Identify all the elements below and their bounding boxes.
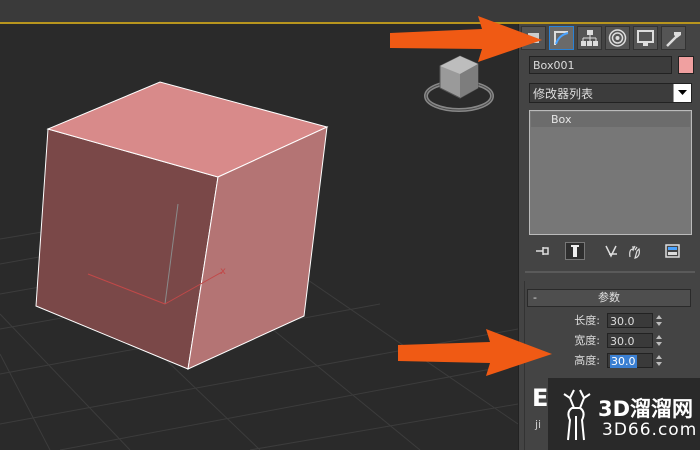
- viewport-scene: x: [0, 55, 518, 450]
- rollout-collapse-toggle[interactable]: -: [533, 290, 537, 306]
- show-end-result-icon[interactable]: [565, 242, 585, 260]
- perspective-viewport[interactable]: x: [0, 24, 518, 450]
- object-name-field[interactable]: Box001: [529, 56, 672, 74]
- hierarchy-icon: [581, 30, 598, 46]
- modifier-stack-list[interactable]: Box: [529, 110, 692, 235]
- dropdown-arrow-button[interactable]: [673, 84, 691, 102]
- height-field[interactable]: 30.0: [607, 353, 653, 368]
- hierarchy-tab[interactable]: [577, 26, 602, 50]
- length-field[interactable]: 30.0: [607, 313, 653, 328]
- modify-icon: [554, 31, 569, 45]
- rollout-title: 参数: [598, 291, 620, 304]
- motion-icon: [608, 29, 627, 47]
- top-strip: [0, 0, 700, 24]
- chevron-down-icon: [678, 90, 687, 95]
- width-field[interactable]: 30.0: [607, 333, 653, 348]
- stack-item-box[interactable]: Box: [531, 112, 690, 127]
- remove-modifier-icon[interactable]: [625, 242, 645, 260]
- display-tab[interactable]: [633, 26, 658, 50]
- display-icon: [637, 30, 654, 46]
- motion-tab[interactable]: [605, 26, 630, 50]
- annotation-arrow-modify-tab: [390, 16, 542, 62]
- svg-text:x: x: [220, 266, 226, 277]
- width-spinner[interactable]: [655, 333, 663, 348]
- pin-stack-icon[interactable]: [533, 242, 553, 260]
- watermark-subtitle: 3D66.com: [602, 420, 698, 440]
- length-label: 长度:: [574, 314, 600, 327]
- annotation-arrow-height-field: [398, 329, 552, 376]
- height-label: 高度:: [574, 354, 600, 367]
- modifier-list-label: 修改器列表: [533, 87, 594, 101]
- width-label: 宽度:: [574, 334, 600, 347]
- make-unique-icon[interactable]: [603, 242, 623, 260]
- configure-sets-icon[interactable]: [663, 242, 683, 260]
- rollout-header-parameters[interactable]: - 参数: [527, 289, 691, 307]
- separator: [525, 271, 695, 273]
- viewcube: [424, 55, 494, 112]
- deer-icon: [563, 389, 591, 441]
- watermark-partial-letter: E: [532, 384, 549, 412]
- modifier-list-dropdown[interactable]: 修改器列表: [529, 83, 692, 103]
- watermark-partial-tail: ji: [535, 418, 542, 431]
- length-spinner[interactable]: [655, 313, 663, 328]
- watermark-title: 3D溜溜网: [598, 397, 694, 421]
- utilities-tab[interactable]: [661, 26, 686, 50]
- watermark: 3D溜溜网 3D66.com E ji: [532, 378, 700, 450]
- height-spinner[interactable]: [655, 353, 663, 368]
- hammer-icon: [666, 32, 681, 47]
- object-color-swatch[interactable]: [678, 56, 694, 74]
- watermark-logo: 3D溜溜网 3D66.com: [548, 378, 700, 450]
- modify-tab[interactable]: [549, 26, 574, 50]
